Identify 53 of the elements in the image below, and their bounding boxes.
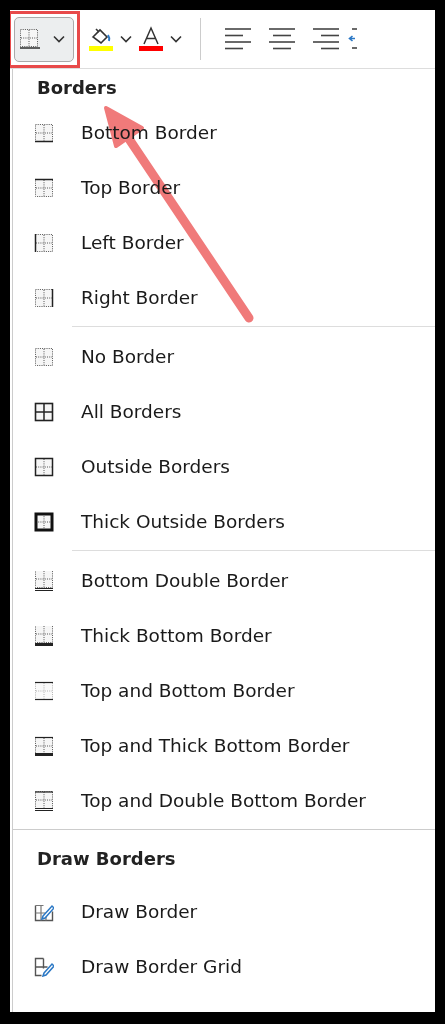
menu-item[interactable]: No Border [13, 329, 435, 384]
thick-bottom-border-icon [34, 625, 54, 646]
align-left-icon[interactable] [223, 26, 253, 52]
menu-item-label: Thick Outside Borders [81, 511, 285, 532]
menu-item-label: Bottom Double Border [81, 570, 289, 591]
section-heading: Borders [36, 75, 118, 100]
right-border-icon [34, 287, 54, 308]
menu-item-label: Right Border [81, 287, 198, 308]
thick-outside-borders-icon [34, 511, 54, 532]
align-center-icon[interactable] [267, 26, 297, 52]
bottom-double-border-icon [34, 570, 54, 591]
menu-item[interactable]: Draw Border Grid [13, 939, 435, 994]
menu-item-label: Top and Thick Bottom Border [81, 735, 350, 756]
caret-icon[interactable] [170, 35, 182, 43]
menu-item-label: No Border [81, 346, 175, 367]
menu-item[interactable]: Thick Bottom Border [13, 608, 435, 663]
align-right-icon[interactable] [311, 26, 341, 52]
menu-item[interactable]: Bottom Double Border [13, 553, 435, 608]
menu-item[interactable]: All Borders [13, 384, 435, 439]
section-heading: Draw Borders [36, 846, 177, 871]
menu-item[interactable]: Thick Outside Borders [13, 494, 435, 549]
menu-item-label: Thick Bottom Border [81, 625, 272, 646]
arrow-icon[interactable] [347, 26, 357, 52]
caret-icon[interactable] [120, 35, 132, 43]
menu-item-label: Draw Border [81, 901, 198, 922]
bottom-border-icon [34, 122, 54, 143]
menu-item[interactable]: Top and Bottom Border [13, 663, 435, 718]
no-border-icon [34, 346, 54, 367]
top-and-thick-bottom-border-icon [34, 735, 54, 756]
top-border-icon [34, 177, 54, 198]
top-and-double-bottom-border-icon [34, 790, 54, 811]
menu-item[interactable]: Top and Thick Bottom Border [13, 718, 435, 773]
menu-item-label: All Borders [81, 401, 182, 422]
top-and-bottom-border-icon [34, 680, 54, 701]
menu-item[interactable]: Outside Borders [13, 439, 435, 494]
menu-item-label: Top and Double Bottom Border [81, 790, 366, 811]
pencil-grid-icon [34, 956, 54, 977]
caret-icon [53, 35, 65, 43]
menu-item[interactable]: Draw Border [13, 884, 435, 939]
menu-item-label: Top and Bottom Border [81, 680, 295, 701]
outside-borders-icon [34, 456, 54, 477]
all-borders-icon [34, 401, 54, 422]
left-border-icon [34, 232, 54, 253]
font-color-icon[interactable] [138, 26, 164, 52]
menu-item[interactable]: Left Border [13, 215, 435, 270]
menu-item-label: Left Border [81, 232, 184, 253]
menu-item[interactable]: Right Border [13, 270, 435, 325]
menu-item-label: Draw Border Grid [81, 956, 242, 977]
fill-color-icon[interactable] [88, 26, 114, 52]
borders-button[interactable] [14, 16, 74, 62]
menu-item[interactable]: Top and Double Bottom Border [13, 773, 435, 828]
menu-item-label: Outside Borders [81, 456, 230, 477]
borders-icon [19, 28, 41, 50]
